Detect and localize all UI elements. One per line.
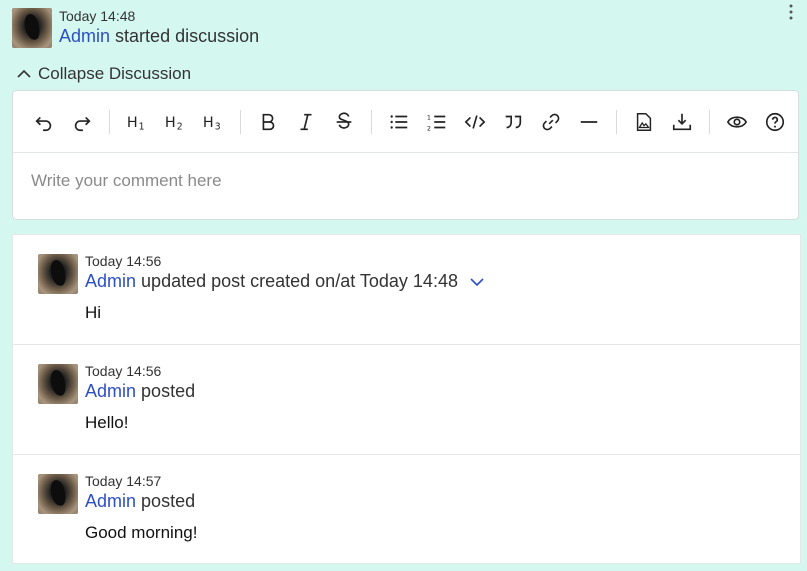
post-line: Admin posted	[85, 379, 195, 403]
code-icon[interactable]	[458, 105, 492, 139]
chevron-down-icon[interactable]	[469, 276, 485, 288]
comment-editor: H1 H2 H3 12 Write your comment here	[12, 90, 799, 220]
svg-text:H: H	[165, 115, 176, 131]
bold-icon[interactable]	[251, 105, 285, 139]
insert-image-icon[interactable]	[627, 105, 661, 139]
svg-text:1: 1	[139, 121, 145, 132]
svg-text:H: H	[203, 115, 214, 131]
avatar[interactable]	[38, 474, 78, 514]
timestamp: Today 14:48	[59, 8, 136, 24]
more-vert-icon[interactable]	[789, 4, 793, 24]
svg-text:3: 3	[215, 121, 221, 132]
user-link[interactable]: Admin	[85, 381, 136, 401]
svg-text:H: H	[127, 115, 138, 131]
svg-text:2: 2	[427, 124, 431, 132]
help-icon[interactable]	[758, 105, 792, 139]
svg-text:1: 1	[427, 113, 431, 121]
heading-1-button[interactable]: H1	[120, 105, 154, 139]
user-link[interactable]: Admin	[59, 26, 110, 46]
undo-icon[interactable]	[27, 105, 61, 139]
user-link[interactable]: Admin	[85, 271, 136, 291]
heading-2-button[interactable]: H2	[158, 105, 192, 139]
comment-input[interactable]: Write your comment here	[31, 171, 222, 191]
post-meta: Today 14:56 Admin posted	[85, 363, 195, 403]
toolbar-divider	[109, 109, 110, 134]
toolbar-divider	[616, 109, 617, 134]
toolbar-divider	[240, 109, 241, 134]
list-item: Today 14:57 Admin posted Good morning!	[13, 455, 800, 564]
editor-toolbar: H1 H2 H3 12	[13, 91, 798, 153]
post-action: updated post created on/at Today 14:48	[141, 271, 458, 291]
avatar[interactable]	[38, 254, 78, 294]
header-meta: Today 14:48 Admin started discussion	[59, 8, 259, 48]
toolbar-divider	[709, 109, 710, 134]
post-meta: Today 14:56 Admin updated post created o…	[85, 253, 485, 293]
chevron-up-icon	[17, 69, 31, 78]
post-line: Admin updated post created on/at Today 1…	[85, 269, 485, 293]
timestamp: Today 14:56	[85, 363, 162, 379]
discussion-feed: Today 14:56 Admin updated post created o…	[12, 234, 801, 564]
post-body: Hello!	[85, 413, 129, 432]
user-link[interactable]: Admin	[85, 491, 136, 511]
heading-3-button[interactable]: H3	[196, 105, 230, 139]
avatar[interactable]	[12, 8, 52, 48]
numbered-list-icon[interactable]: 12	[420, 105, 454, 139]
discussion-header: Today 14:48 Admin started discussion	[12, 8, 259, 48]
collapse-label: Collapse Discussion	[38, 64, 192, 83]
post-body: Good morning!	[85, 523, 198, 542]
link-icon[interactable]	[534, 105, 568, 139]
svg-text:2: 2	[177, 121, 183, 132]
bullet-list-icon[interactable]	[382, 105, 416, 139]
collapse-discussion-button[interactable]: Collapse Discussion	[16, 64, 191, 84]
redo-icon[interactable]	[65, 105, 99, 139]
list-item: Today 14:56 Admin posted Hello!	[13, 345, 800, 455]
list-item: Today 14:56 Admin updated post created o…	[13, 235, 800, 345]
timestamp: Today 14:56	[85, 253, 162, 269]
preview-icon[interactable]	[720, 105, 754, 139]
horizontal-rule-icon[interactable]	[572, 105, 606, 139]
timestamp: Today 14:57	[85, 473, 162, 489]
post-action: posted	[141, 381, 196, 401]
header-action: started discussion	[115, 26, 260, 46]
quote-icon[interactable]	[496, 105, 530, 139]
post-body: Hi	[85, 303, 102, 322]
toolbar-divider	[371, 109, 372, 134]
avatar[interactable]	[38, 364, 78, 404]
post-line: Admin posted	[85, 489, 195, 513]
post-action: posted	[141, 491, 196, 511]
strikethrough-icon[interactable]	[327, 105, 361, 139]
post-meta: Today 14:57 Admin posted	[85, 473, 195, 513]
header-line: Admin started discussion	[59, 24, 259, 48]
attach-file-icon[interactable]	[665, 105, 699, 139]
italic-icon[interactable]	[289, 105, 323, 139]
